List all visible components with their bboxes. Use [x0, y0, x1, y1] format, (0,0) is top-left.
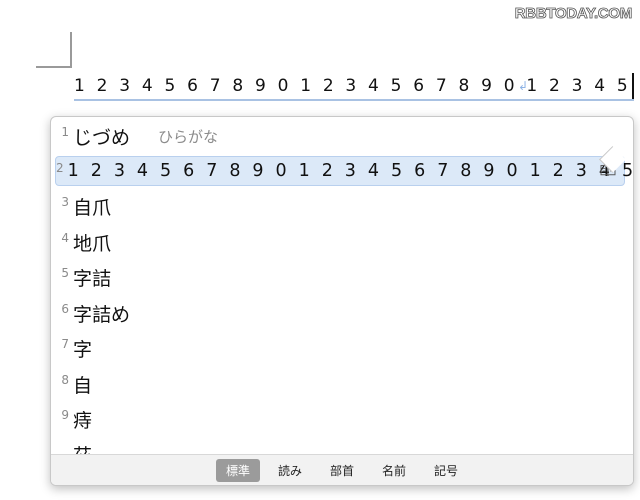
candidate-item[interactable]: 4 地爪: [55, 227, 625, 257]
candidate-text: 字詰め: [73, 303, 131, 326]
candidate-text: 痔: [73, 409, 93, 432]
candidate-text: 1 2 3 4 5 6 7 8 9 0 1 2 3 4 5 6 7 8 9 0 …: [67, 161, 633, 181]
candidate-number: 4: [61, 231, 69, 245]
candidate-item[interactable]: 7 字: [55, 333, 625, 363]
candidate-mode-tabs: 標準 読み 部首 名前 記号: [51, 454, 633, 485]
tab-standard[interactable]: 標準: [215, 458, 260, 482]
candidate-number: 5: [61, 266, 69, 280]
candidate-list: 1 じづめ ひらがな 2 1 2 3 4 5 6 7 8 9 0 1 2 3 4…: [51, 119, 633, 455]
candidate-number: 2: [56, 161, 64, 175]
candidate-item[interactable]: 5 字詰: [55, 262, 625, 292]
candidate-item[interactable]: 1 じづめ ひらがな: [55, 121, 625, 151]
candidate-number: 1: [61, 125, 69, 139]
candidate-window: 1 じづめ ひらがな 2 1 2 3 4 5 6 7 8 9 0 1 2 3 4…: [50, 116, 634, 486]
candidate-number: 3: [61, 195, 69, 209]
composition-text[interactable]: 1 2 3 4 5 6 7 8 9 0 1 2 3 4 5 6 7 8 9 0 …: [74, 73, 634, 101]
candidate-item-partial[interactable]: 茲: [55, 437, 625, 455]
candidate-item[interactable]: 8 自: [55, 369, 625, 399]
candidate-text: 茲: [73, 441, 92, 455]
candidate-item[interactable]: 3 自爪: [55, 191, 625, 221]
candidate-number: 8: [61, 373, 69, 387]
candidate-text: じづめ: [73, 126, 131, 149]
composition-input-text: 1 2 3 4 5 6 7 8 9 0 1 2 3 4 5 6 7 8 9 0 …: [74, 76, 631, 96]
candidate-text: 自: [73, 374, 93, 397]
candidate-text: 地爪: [73, 232, 112, 255]
candidate-number: 9: [61, 408, 69, 422]
tab-names[interactable]: 名前: [372, 459, 416, 482]
candidate-number: 6: [61, 302, 69, 316]
return-mark-icon: ↲: [518, 79, 529, 93]
page-corner-marker: [36, 32, 72, 68]
text-caret: [631, 73, 634, 99]
candidate-item-selected[interactable]: 2 1 2 3 4 5 6 7 8 9 0 1 2 3 4 5 6 7 8 9 …: [55, 156, 633, 186]
candidate-annotation: ひらがな: [158, 127, 219, 146]
candidate-text: 字詰: [73, 267, 112, 290]
candidate-text: 字: [73, 338, 93, 361]
candidate-number: 7: [61, 337, 69, 351]
tab-radical[interactable]: 部首: [320, 459, 364, 482]
candidate-text: 自爪: [73, 196, 112, 219]
watermark: RBBTODAY.COM: [514, 5, 632, 23]
tab-reading[interactable]: 読み: [268, 459, 312, 482]
candidate-item[interactable]: 6 字詰め: [55, 298, 625, 328]
tab-symbols[interactable]: 記号: [424, 459, 468, 482]
candidate-item[interactable]: 9 痔: [55, 404, 625, 434]
